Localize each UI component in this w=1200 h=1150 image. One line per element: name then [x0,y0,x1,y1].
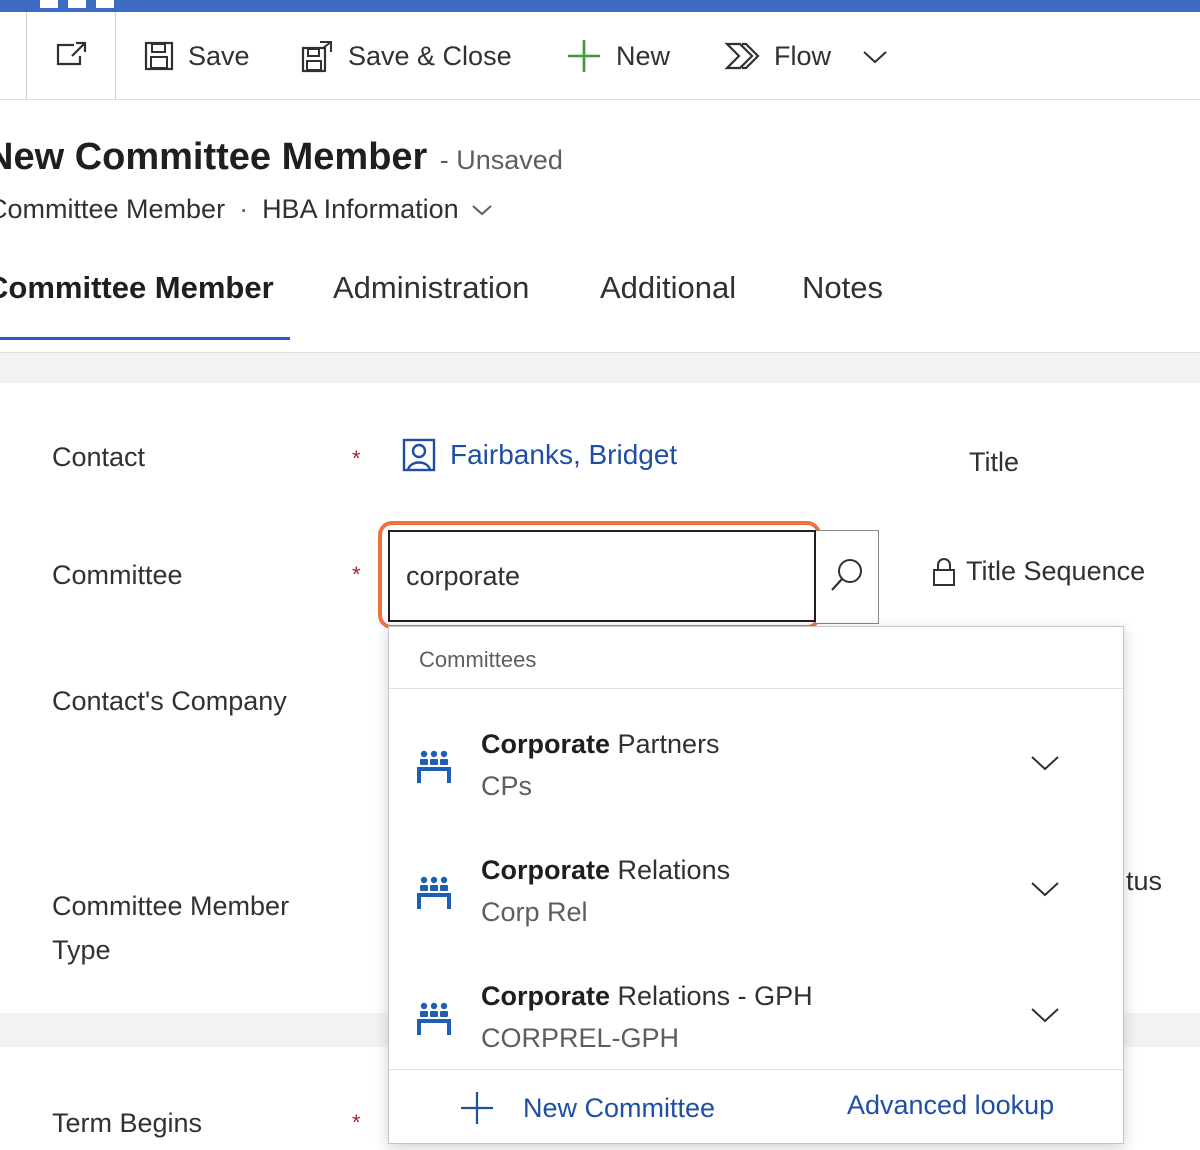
new-committee-button[interactable]: New Committee [459,1090,715,1126]
new-label: New [616,40,671,71]
status-label-partial: tus [1126,866,1163,896]
term-begins-label: Term Begins [52,1108,203,1138]
tab-notes[interactable]: Notes [802,270,883,306]
entity-name: Committee Member [0,194,226,224]
chevron-down-icon[interactable] [1029,753,1061,773]
new-button[interactable]: New [566,12,670,100]
title-sequence-field-label: Title Sequence [932,556,1145,587]
committee-icon [415,749,453,790]
committee-search-button[interactable] [816,530,879,624]
tab-additional[interactable]: Additional [600,270,736,306]
result-code: CPs [481,771,533,801]
title-sequence-label: Title Sequence [966,556,1146,586]
dropdown-header: Committees [389,627,1123,689]
lookup-result-item[interactable]: Corporate Partners CPs [389,703,1123,829]
contact-name: Fairbanks, Bridget [450,439,678,470]
page-header: New Committee Member - Unsaved [0,136,563,179]
result-name: Corporate Relations [481,855,731,885]
page-title: New Committee Member [0,136,428,178]
tab-committee-member[interactable]: Committee Member [0,270,274,306]
committee-search-input[interactable] [388,530,816,622]
committee-lookup-dropdown: Committees Corporate Partners CPs Corpor… [388,626,1124,1144]
required-marker: * [352,562,361,587]
lookup-result-item[interactable]: Corporate Relations - GPH CORPREL-GPH [389,955,1123,1081]
result-code: CORPREL-GPH [481,1023,680,1053]
committee-label: Committee [52,560,183,590]
chevron-down-icon [471,203,493,217]
command-bar: Save Save & Close New Flow [0,12,1200,100]
title-label: Title [969,447,1020,477]
flow-icon [724,41,760,71]
member-type-label-line2: Type [52,935,111,965]
chevron-down-icon [862,41,888,72]
contact-icon [402,438,436,472]
result-name: Corporate Partners [481,729,720,759]
form-selector-row: Committee Member · HBA Information [0,194,493,225]
chevron-down-icon[interactable] [1029,879,1061,899]
flow-label: Flow [774,40,832,71]
advanced-lookup-link[interactable]: Advanced lookup [847,1090,1054,1121]
save-and-close-button[interactable]: Save & Close [300,12,512,100]
separator-dot: · [239,194,249,224]
new-committee-label: New Committee [523,1092,716,1123]
contact-label: Contact [52,442,146,472]
plus-icon [566,38,602,74]
flow-dropdown-button[interactable] [862,12,888,100]
flow-button[interactable]: Flow [724,12,831,100]
contacts-company-label: Contact's Company [52,686,287,716]
form-name: HBA Information [262,194,459,224]
save-icon [144,41,174,71]
dropdown-footer: New Committee Advanced lookup [389,1069,1123,1143]
tab-administration[interactable]: Administration [333,270,529,306]
form-selector[interactable]: HBA Information [262,194,493,225]
form-tabs: Committee Member Administration Addition… [0,270,1200,342]
member-type-label: Committee Member [52,891,290,921]
save-status: - Unsaved [439,145,563,175]
chevron-down-icon[interactable] [1029,1005,1061,1025]
result-code: Corp Rel [481,897,588,927]
save-close-icon [300,38,334,74]
committee-icon [415,1001,453,1042]
result-name: Corporate Relations - GPH [481,981,813,1011]
required-marker: * [352,1110,361,1135]
dropdown-header-label: Committees [419,647,537,672]
top-accent-bar [0,0,1200,12]
save-button[interactable]: Save [144,12,250,100]
contact-lookup-value[interactable]: Fairbanks, Bridget [402,438,677,472]
lookup-result-item[interactable]: Corporate Relations Corp Rel [389,829,1123,955]
search-icon [829,557,865,598]
popout-button[interactable] [26,12,116,100]
save-label: Save [188,40,250,71]
popout-icon [54,40,88,73]
active-tab-indicator [0,337,290,340]
lock-icon [932,557,956,587]
plus-icon [459,1090,495,1126]
committee-icon [415,875,453,916]
save-close-label: Save & Close [348,40,512,71]
section-gap [0,353,1200,383]
required-marker: * [352,446,361,471]
